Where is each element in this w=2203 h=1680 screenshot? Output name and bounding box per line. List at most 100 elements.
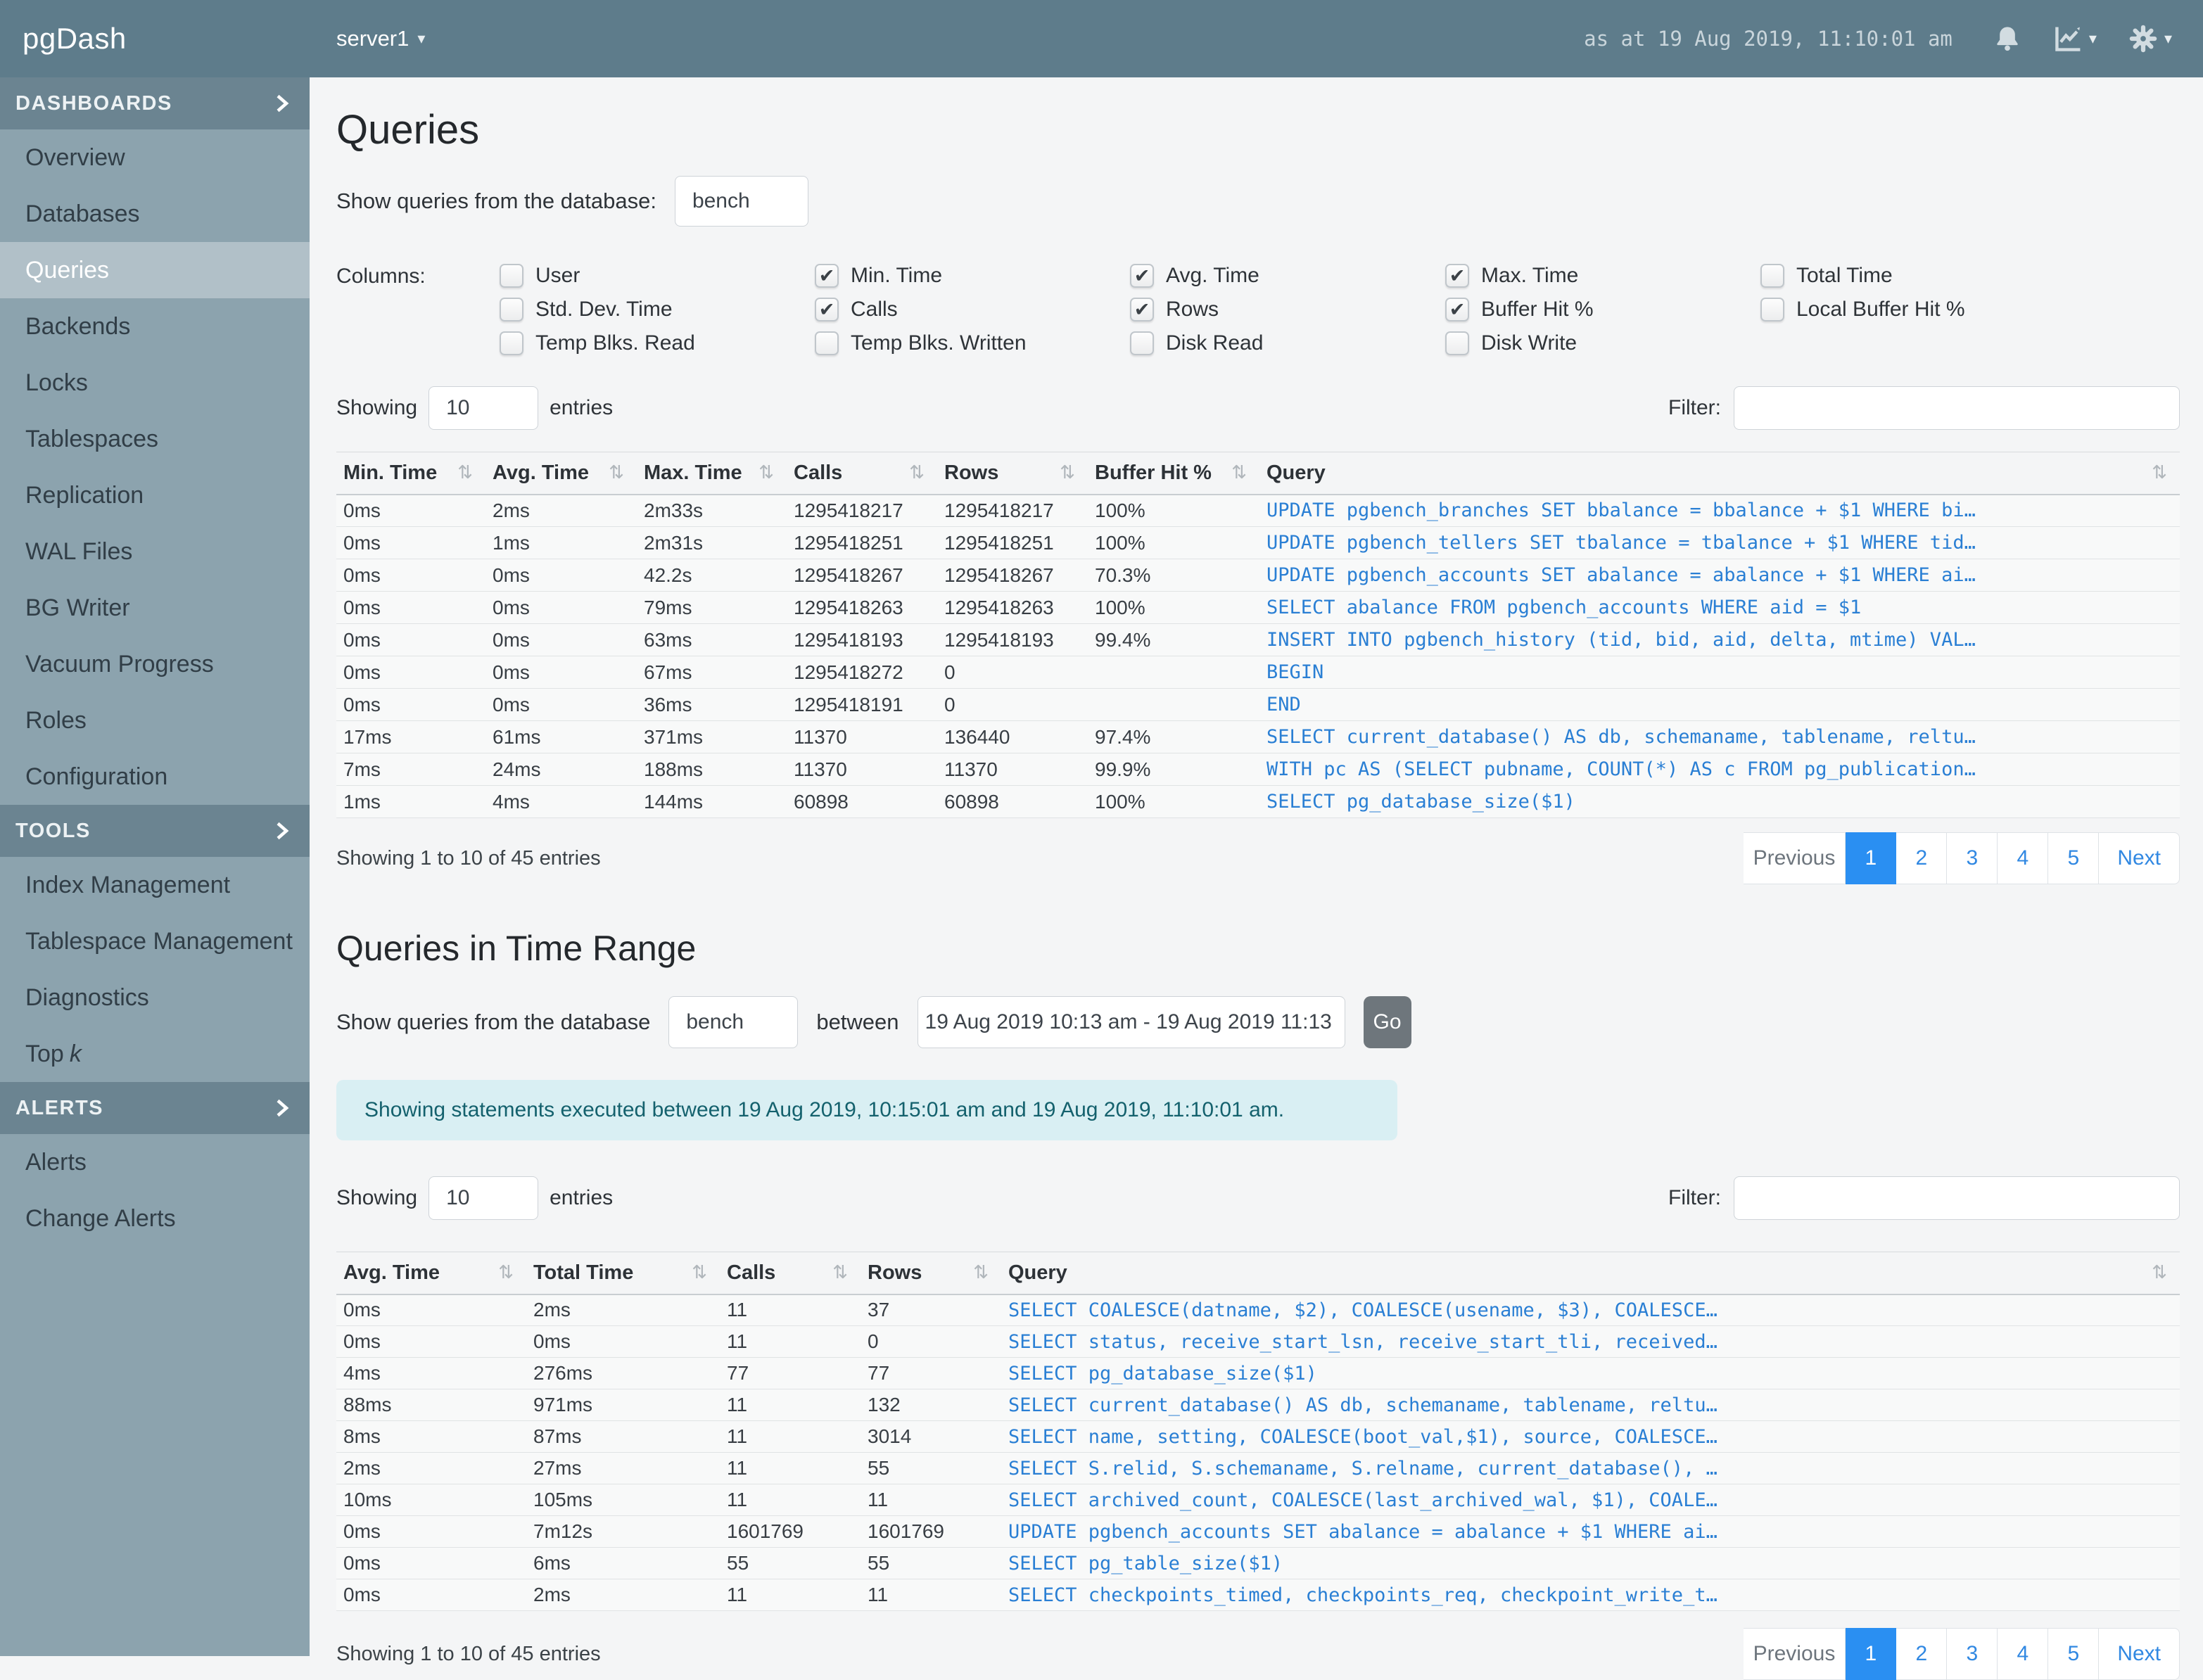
- query-link[interactable]: SELECT pg_table_size($1): [1008, 1553, 1283, 1574]
- checkbox-box-icon[interactable]: [500, 331, 523, 355]
- sidebar-item[interactable]: Tablespace Management: [0, 913, 310, 969]
- sidebar-item[interactable]: Databases: [0, 186, 310, 242]
- sidebar-item[interactable]: BG Writer: [0, 580, 310, 636]
- checkbox-box-icon[interactable]: [815, 264, 839, 288]
- checkbox-box-icon[interactable]: [1445, 331, 1469, 355]
- checkbox-box-icon[interactable]: [1130, 298, 1154, 322]
- page-button[interactable]: 5: [2048, 1628, 2100, 1680]
- query-link[interactable]: END: [1266, 694, 1301, 715]
- page-button[interactable]: 3: [1947, 832, 1998, 884]
- column-header[interactable]: Total Time ⇅: [526, 1252, 720, 1295]
- column-header[interactable]: Rows ⇅: [861, 1252, 1001, 1295]
- checkbox-box-icon[interactable]: [1445, 298, 1469, 322]
- column-header[interactable]: Avg. Time ⇅: [336, 1252, 526, 1295]
- query-link[interactable]: SELECT name, setting, COALESCE(boot_val,…: [1008, 1426, 1718, 1448]
- column-header[interactable]: Calls ⇅: [787, 452, 937, 495]
- column-header[interactable]: Buffer Hit % ⇅: [1088, 452, 1259, 495]
- sidebar-item[interactable]: Tablespaces: [0, 411, 310, 467]
- sidebar-item[interactable]: Configuration: [0, 749, 310, 805]
- query-link[interactable]: SELECT COALESCE(datname, $2), COALESCE(u…: [1008, 1299, 1718, 1321]
- column-checkbox[interactable]: User: [500, 264, 815, 288]
- page-button[interactable]: 3: [1947, 1628, 1998, 1680]
- notifications-bell-icon[interactable]: [1993, 23, 2021, 54]
- checkbox-box-icon[interactable]: [500, 264, 523, 288]
- page-size-input[interactable]: [428, 386, 539, 430]
- sidebar-item[interactable]: Roles: [0, 692, 310, 749]
- column-checkbox[interactable]: Disk Write: [1445, 331, 1760, 355]
- page-button[interactable]: 2: [1896, 1628, 1948, 1680]
- database-input-2[interactable]: [668, 996, 799, 1048]
- query-link[interactable]: SELECT current_database() AS db, scheman…: [1008, 1394, 1718, 1416]
- column-checkbox[interactable]: Max. Time: [1445, 264, 1760, 288]
- query-link[interactable]: SELECT archived_count, COALESCE(last_arc…: [1008, 1489, 1718, 1511]
- page-button[interactable]: 2: [1896, 832, 1948, 884]
- query-link[interactable]: SELECT current_database() AS db, scheman…: [1266, 726, 1976, 748]
- checkbox-box-icon[interactable]: [1445, 264, 1469, 288]
- column-checkbox[interactable]: Buffer Hit %: [1445, 298, 1760, 322]
- page-size-input-2[interactable]: [428, 1176, 539, 1220]
- query-link[interactable]: SELECT abalance FROM pgbench_accounts WH…: [1266, 597, 1861, 618]
- query-link[interactable]: BEGIN: [1266, 661, 1323, 683]
- query-link[interactable]: UPDATE pgbench_branches SET bbalance = b…: [1266, 499, 1976, 521]
- page-button[interactable]: Next: [2099, 1628, 2180, 1680]
- checkbox-box-icon[interactable]: [815, 331, 839, 355]
- page-button[interactable]: Previous: [1743, 832, 1846, 884]
- sidebar-item[interactable]: Overview: [0, 129, 310, 186]
- column-checkbox[interactable]: Temp Blks. Read: [500, 331, 815, 355]
- column-checkbox[interactable]: Disk Read: [1130, 331, 1445, 355]
- column-checkbox[interactable]: Std. Dev. Time: [500, 298, 815, 322]
- checkbox-box-icon[interactable]: [1130, 331, 1154, 355]
- page-button[interactable]: 5: [2048, 832, 2100, 884]
- sidebar-item[interactable]: Vacuum Progress: [0, 636, 310, 692]
- column-checkbox[interactable]: Rows: [1130, 298, 1445, 322]
- column-checkbox[interactable]: Min. Time: [815, 264, 1130, 288]
- query-link[interactable]: INSERT INTO pgbench_history (tid, bid, a…: [1266, 629, 1976, 651]
- query-link[interactable]: UPDATE pgbench_accounts SET abalance = a…: [1008, 1521, 1718, 1543]
- page-button[interactable]: Previous: [1743, 1628, 1846, 1680]
- sidebar-section-header[interactable]: TOOLS: [0, 805, 310, 857]
- query-link[interactable]: SELECT status, receive_start_lsn, receiv…: [1008, 1331, 1718, 1353]
- filter-input-2[interactable]: [1734, 1176, 2180, 1220]
- sidebar-item[interactable]: Diagnostics: [0, 969, 310, 1026]
- column-header[interactable]: Calls ⇅: [720, 1252, 861, 1295]
- column-header[interactable]: Avg. Time ⇅: [485, 452, 637, 495]
- column-checkbox[interactable]: Calls: [815, 298, 1130, 322]
- column-checkbox[interactable]: Temp Blks. Written: [815, 331, 1130, 355]
- go-button[interactable]: Go: [1363, 996, 1411, 1048]
- sidebar-item[interactable]: Backends: [0, 298, 310, 355]
- filter-input[interactable]: [1734, 386, 2180, 430]
- charts-menu[interactable]: ▾: [2052, 23, 2097, 54]
- page-button[interactable]: 1: [1846, 832, 1897, 884]
- query-link[interactable]: SELECT S.relid, S.schemaname, S.relname,…: [1008, 1458, 1718, 1479]
- sidebar-item[interactable]: WAL Files: [0, 523, 310, 580]
- sidebar-item[interactable]: Replication: [0, 467, 310, 523]
- column-checkbox[interactable]: Total Time: [1760, 264, 2076, 288]
- query-link[interactable]: UPDATE pgbench_accounts SET abalance = a…: [1266, 564, 1976, 586]
- server-selector[interactable]: server1 ▾: [336, 26, 425, 51]
- query-link[interactable]: SELECT pg_database_size($1): [1008, 1363, 1317, 1385]
- query-link[interactable]: SELECT checkpoints_timed, checkpoints_re…: [1008, 1584, 1718, 1606]
- sidebar-item[interactable]: Top k: [0, 1026, 310, 1082]
- page-button[interactable]: 4: [1998, 1628, 2049, 1680]
- column-checkbox[interactable]: Local Buffer Hit %: [1760, 298, 2076, 322]
- query-link[interactable]: UPDATE pgbench_tellers SET tbalance = tb…: [1266, 532, 1976, 554]
- column-header[interactable]: Rows ⇅: [937, 452, 1088, 495]
- column-header[interactable]: Max. Time ⇅: [637, 452, 787, 495]
- database-input[interactable]: [674, 176, 808, 227]
- checkbox-box-icon[interactable]: [1760, 264, 1784, 288]
- page-button[interactable]: Next: [2099, 832, 2180, 884]
- query-link[interactable]: WITH pc AS (SELECT pubname, COUNT(*) AS …: [1266, 758, 1976, 780]
- page-button[interactable]: 4: [1998, 832, 2049, 884]
- checkbox-box-icon[interactable]: [1760, 298, 1784, 322]
- checkbox-box-icon[interactable]: [1130, 264, 1154, 288]
- column-header[interactable]: Min. Time ⇅: [336, 452, 485, 495]
- checkbox-box-icon[interactable]: [500, 298, 523, 322]
- column-checkbox[interactable]: Avg. Time: [1130, 264, 1445, 288]
- column-header[interactable]: Query ⇅: [1259, 452, 2180, 495]
- sidebar-item[interactable]: Locks: [0, 355, 310, 411]
- page-button[interactable]: 1: [1846, 1628, 1897, 1680]
- sidebar-section-header[interactable]: ALERTS: [0, 1082, 310, 1134]
- sidebar-item[interactable]: Change Alerts: [0, 1190, 310, 1247]
- checkbox-box-icon[interactable]: [815, 298, 839, 322]
- query-link[interactable]: SELECT pg_database_size($1): [1266, 791, 1575, 813]
